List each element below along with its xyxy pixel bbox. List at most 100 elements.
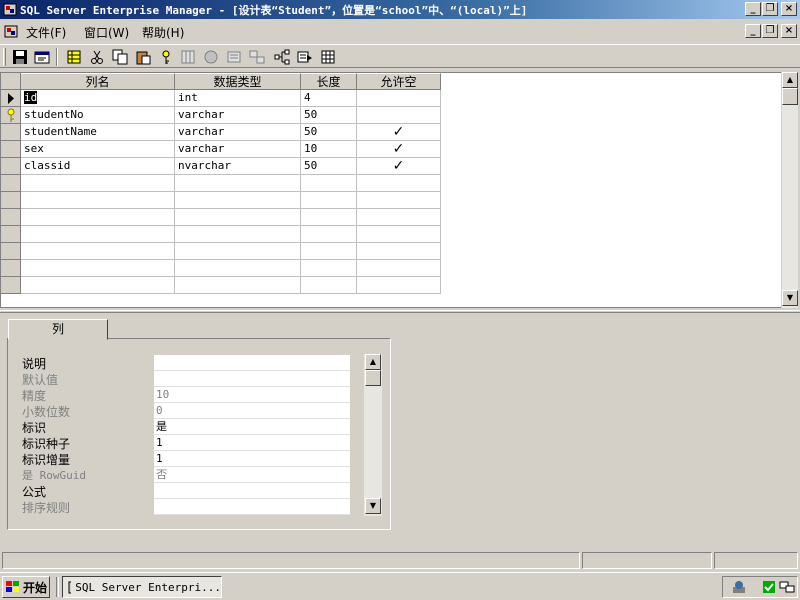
empty-cell[interactable] [175, 192, 301, 209]
empty-cell[interactable] [357, 175, 441, 192]
pane-splitter[interactable] [0, 310, 800, 313]
restore-button[interactable]: ❐ [762, 2, 778, 16]
cell-data-type[interactable]: varchar [175, 124, 301, 141]
empty-cell[interactable] [301, 243, 357, 260]
empty-cell[interactable] [175, 175, 301, 192]
insert-column-icon[interactable] [178, 47, 198, 67]
prop-identity-increment-field[interactable]: 1 [154, 451, 350, 467]
empty-cell[interactable] [357, 277, 441, 294]
table-props-icon[interactable] [64, 47, 84, 67]
empty-cell[interactable] [21, 277, 175, 294]
properties-icon[interactable] [32, 47, 52, 67]
row-selector[interactable] [1, 209, 21, 226]
row-selector[interactable] [1, 260, 21, 277]
cell-column-name[interactable]: classid [21, 158, 175, 175]
grid-vertical-scrollbar[interactable]: ▲ ▼ [781, 72, 798, 308]
empty-cell[interactable] [357, 260, 441, 277]
empty-cell[interactable] [21, 175, 175, 192]
child-minimize-button[interactable]: _ [745, 24, 761, 38]
row-selector-current[interactable] [1, 90, 21, 107]
row-selector[interactable] [1, 158, 21, 175]
cut-icon[interactable] [87, 47, 107, 67]
mdi-child-icon[interactable] [3, 23, 19, 42]
row-selector[interactable] [1, 175, 21, 192]
menu-file[interactable]: 文件(F) [26, 24, 66, 41]
cell-column-name[interactable]: studentName [21, 124, 175, 141]
row-selector[interactable] [1, 141, 21, 158]
empty-cell[interactable] [175, 226, 301, 243]
cell-allow-null[interactable] [357, 107, 441, 124]
empty-cell[interactable] [301, 209, 357, 226]
empty-cell[interactable] [175, 277, 301, 294]
row-selector[interactable] [1, 277, 21, 294]
cell-data-type[interactable]: varchar [175, 141, 301, 158]
properties-scrollbar[interactable]: ▲ ▼ [364, 354, 382, 516]
cell-column-name[interactable]: id [21, 90, 175, 107]
tray-status-icon[interactable] [761, 579, 777, 598]
prop-description-field[interactable] [154, 355, 350, 371]
cell-length[interactable]: 50 [301, 158, 357, 175]
prop-precision-field[interactable]: 10 [154, 387, 350, 403]
empty-cell[interactable] [175, 209, 301, 226]
prop-identity-field[interactable]: 是 [154, 419, 350, 435]
cell-column-name[interactable]: sex [21, 141, 175, 158]
script-icon[interactable] [318, 47, 338, 67]
cell-allow-null[interactable]: ✓ [357, 141, 441, 158]
cell-data-type[interactable]: varchar [175, 107, 301, 124]
cell-length[interactable]: 50 [301, 124, 357, 141]
delete-column-icon[interactable] [201, 47, 221, 67]
cell-length[interactable]: 4 [301, 90, 357, 107]
header-data-type[interactable]: 数据类型 [175, 73, 301, 90]
menu-help[interactable]: 帮助(H) [142, 24, 184, 41]
empty-cell[interactable] [357, 226, 441, 243]
cell-allow-null[interactable]: ✓ [357, 158, 441, 175]
empty-cell[interactable] [357, 192, 441, 209]
empty-cell[interactable] [175, 260, 301, 277]
network-icon[interactable] [779, 579, 795, 598]
copy-icon[interactable] [110, 47, 130, 67]
empty-cell[interactable] [301, 175, 357, 192]
empty-cell[interactable] [21, 192, 175, 209]
empty-cell[interactable] [357, 209, 441, 226]
prop-identity-seed-field[interactable]: 1 [154, 435, 350, 451]
minimize-button[interactable]: _ [745, 2, 761, 16]
scroll-thumb[interactable] [782, 88, 798, 105]
empty-cell[interactable] [357, 243, 441, 260]
save-icon[interactable] [10, 47, 30, 67]
row-selector[interactable] [1, 107, 21, 124]
close-button[interactable]: × [781, 2, 797, 16]
manage-relationships-icon[interactable] [247, 47, 267, 67]
empty-cell[interactable] [301, 277, 357, 294]
cell-length[interactable]: 10 [301, 141, 357, 158]
paste-icon[interactable] [133, 47, 153, 67]
header-column-name[interactable]: 列名 [21, 73, 175, 90]
header-length[interactable]: 长度 [301, 73, 357, 90]
row-selector[interactable] [1, 226, 21, 243]
child-restore-button[interactable]: ❐ [762, 24, 778, 38]
sql-service-manager-icon[interactable] [731, 579, 747, 598]
manage-triggers-icon[interactable] [295, 47, 315, 67]
cell-data-type[interactable]: nvarchar [175, 158, 301, 175]
menu-window[interactable]: 窗口(W) [84, 24, 129, 41]
manage-indexes-icon[interactable] [224, 47, 244, 67]
empty-cell[interactable] [301, 226, 357, 243]
empty-cell[interactable] [21, 226, 175, 243]
start-button[interactable]: 开始 [2, 576, 50, 598]
prop-formula-field[interactable] [154, 483, 350, 499]
empty-cell[interactable] [301, 260, 357, 277]
scroll-up-button[interactable]: ▲ [365, 354, 381, 370]
empty-cell[interactable] [301, 192, 357, 209]
prop-collation-field[interactable] [154, 499, 350, 515]
row-selector[interactable] [1, 124, 21, 141]
manage-constraints-icon[interactable] [272, 47, 292, 67]
empty-cell[interactable] [21, 209, 175, 226]
scroll-up-button[interactable]: ▲ [782, 72, 798, 88]
prop-default-field[interactable] [154, 371, 350, 387]
header-allow-null[interactable]: 允许空 [357, 73, 441, 90]
row-selector[interactable] [1, 243, 21, 260]
prop-rowguid-field[interactable]: 否 [154, 467, 350, 483]
cell-allow-null[interactable] [357, 90, 441, 107]
child-close-button[interactable]: × [781, 24, 797, 38]
prop-scale-field[interactable]: 0 [154, 403, 350, 419]
cell-column-name[interactable]: studentNo [21, 107, 175, 124]
